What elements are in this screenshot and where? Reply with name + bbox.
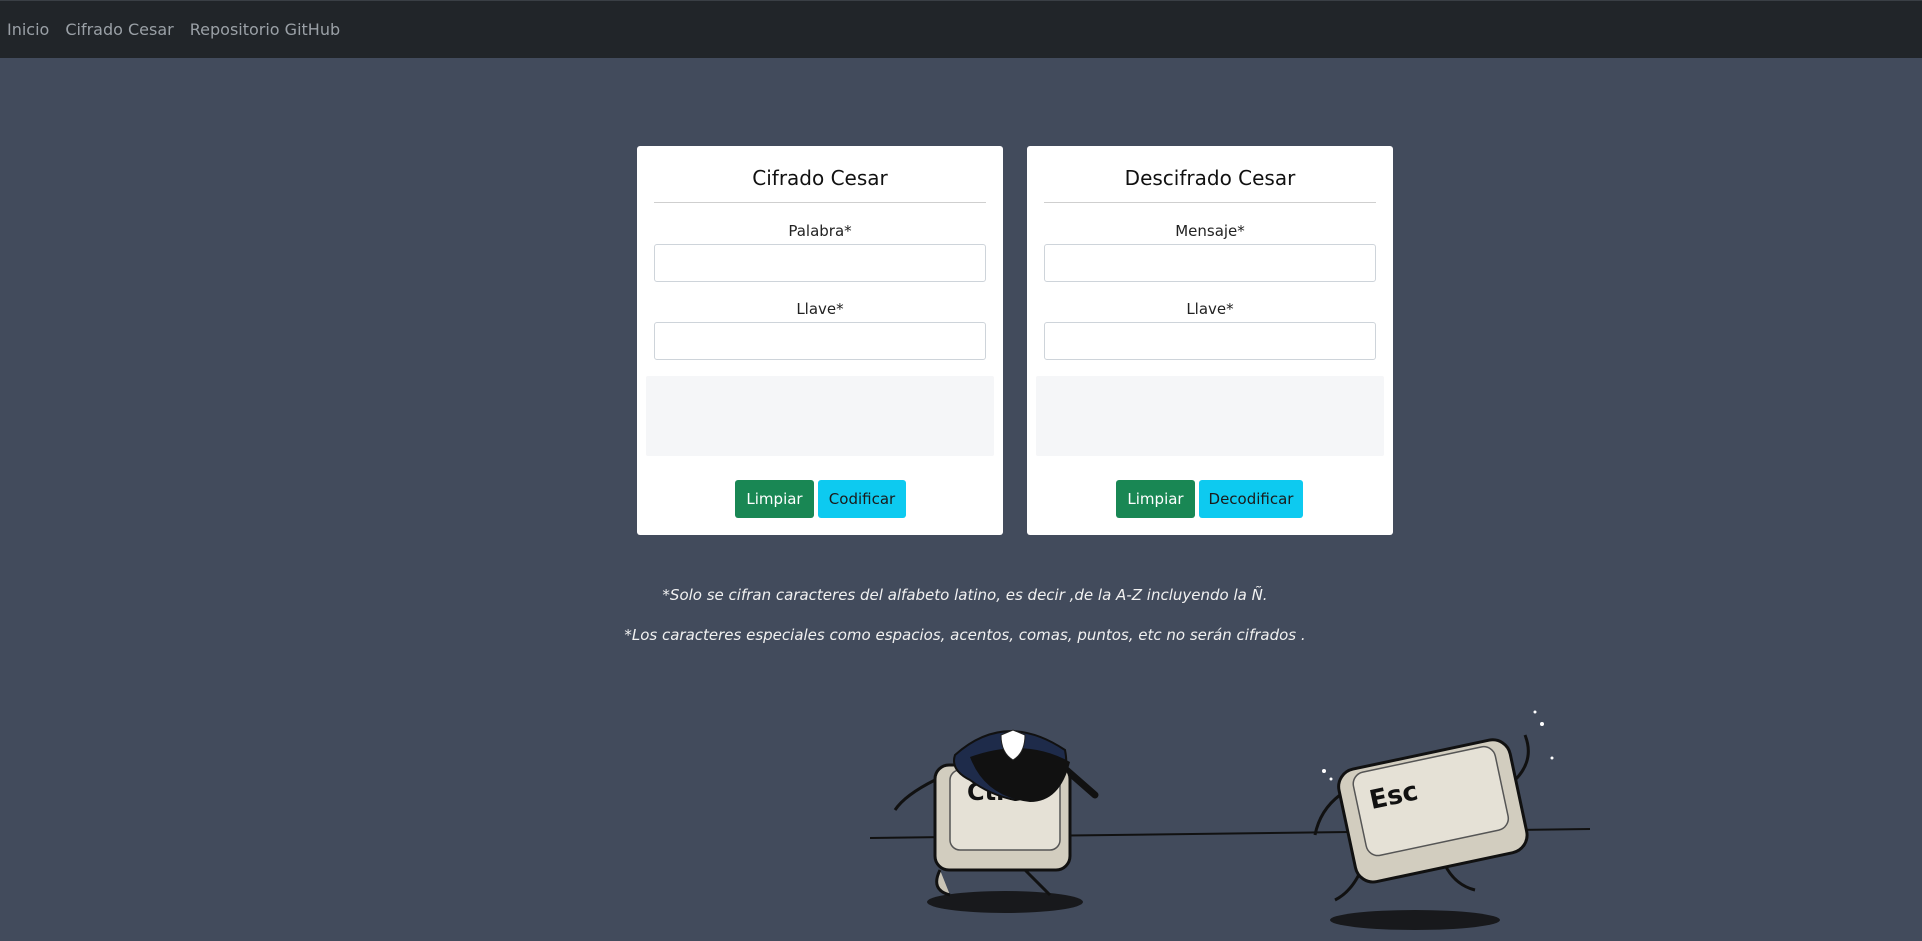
esc-left-arm — [1313, 793, 1341, 836]
palabra-label: Palabra* — [788, 222, 852, 240]
descifrado-result-box — [1036, 376, 1384, 456]
note-alfabeto-text: *Solo se cifran caracteres del alfabeto … — [662, 586, 1268, 604]
mensaje-label: Mensaje* — [1175, 222, 1245, 240]
cifrado-card: Cifrado Cesar Palabra* Llave* Limpiar Co… — [637, 146, 1003, 535]
ctrl-key-character: Ctrl — [893, 729, 1099, 913]
palabra-input[interactable] — [654, 244, 986, 282]
mensaje-input[interactable] — [1044, 244, 1376, 282]
motion-dot — [1329, 777, 1333, 781]
note-caracteres-especiales-text: *Los caracteres especiales como espacios… — [624, 626, 1306, 644]
esc-right-arm — [1513, 734, 1530, 782]
motion-dot — [1540, 722, 1544, 726]
decodificar-button[interactable]: Decodificar — [1199, 480, 1303, 518]
ctrl-left-leg — [935, 869, 951, 897]
cifrado-llave-label: Llave* — [796, 300, 844, 318]
nav-link-inicio[interactable]: Inicio — [7, 20, 49, 39]
ctrl-right-leg — [1023, 868, 1052, 897]
cifrado-result-box — [646, 376, 994, 456]
note-alfabeto: *Solo se cifran caracteres del alfabeto … — [0, 586, 1922, 604]
descifrado-divider — [1044, 202, 1376, 203]
ctrl-left-arm — [893, 778, 936, 811]
ctrl-shadow — [927, 891, 1083, 913]
note-caracteres-especiales: *Los caracteres especiales como espacios… — [0, 626, 1922, 644]
ctrl-chasing-esc-illustration: Ctrl Esc — [869, 710, 1591, 930]
cifrado-limpiar-button[interactable]: Limpiar — [735, 480, 814, 518]
descifrado-title: Descifrado Cesar — [1124, 166, 1296, 190]
nav-link-cifrado-cesar[interactable]: Cifrado Cesar — [65, 20, 173, 39]
codificar-button[interactable]: Codificar — [818, 480, 906, 518]
motion-dot — [1533, 710, 1537, 714]
esc-shadow — [1330, 910, 1500, 930]
cifrado-llave-input[interactable] — [654, 322, 986, 360]
nav-link-repositorio-github[interactable]: Repositorio GitHub — [190, 20, 340, 39]
motion-dot — [1550, 756, 1554, 760]
top-navbar: Inicio Cifrado Cesar Repositorio GitHub — [0, 0, 1922, 58]
descifrado-llave-input[interactable] — [1044, 322, 1376, 360]
motion-dot — [1322, 769, 1326, 773]
descifrado-card: Descifrado Cesar Mensaje* Llave* Limpiar… — [1027, 146, 1393, 535]
cifrado-divider — [654, 202, 986, 203]
descifrado-llave-label: Llave* — [1186, 300, 1234, 318]
esc-right-leg — [1443, 864, 1476, 892]
cifrado-title: Cifrado Cesar — [752, 166, 888, 190]
esc-key-character: Esc — [1313, 710, 1554, 930]
descifrado-limpiar-button[interactable]: Limpiar — [1116, 480, 1195, 518]
